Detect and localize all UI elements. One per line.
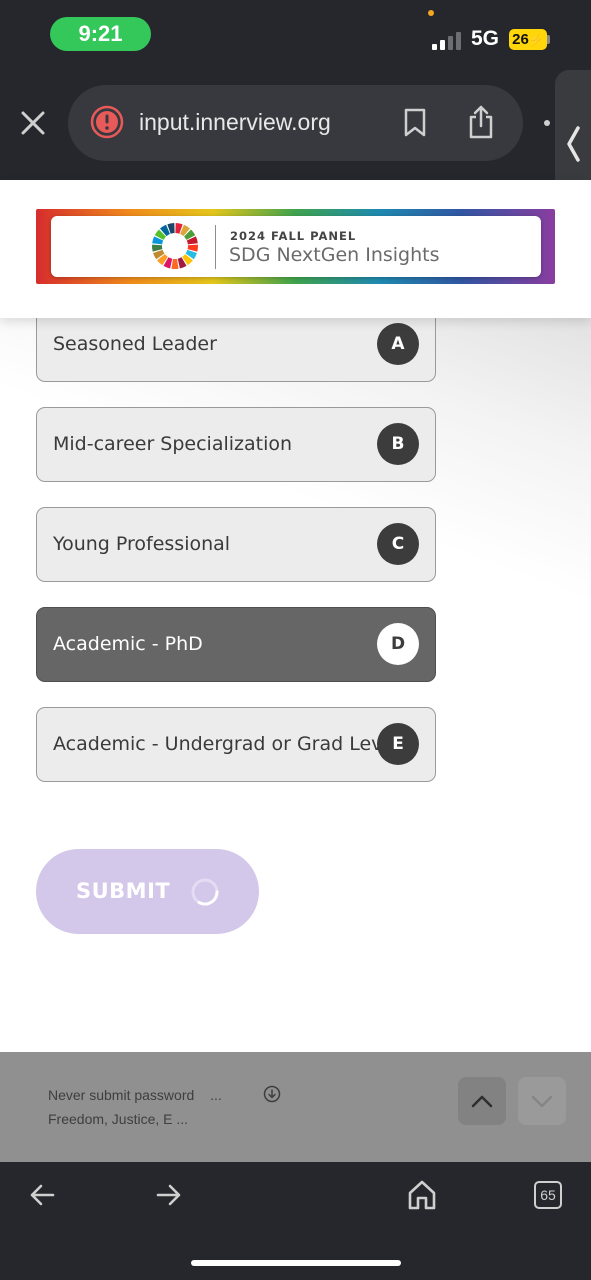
sdg-wheel-segment xyxy=(171,258,179,269)
home-indicator xyxy=(191,1260,401,1266)
home-icon[interactable] xyxy=(407,1179,437,1211)
previous-field-button[interactable] xyxy=(458,1077,506,1125)
charging-bolt-icon: ⚡ xyxy=(528,33,544,47)
option-seasoned-leader[interactable]: Seasoned Leader A xyxy=(36,307,436,382)
option-mid-career-specialization[interactable]: Mid-career Specialization B xyxy=(36,407,436,482)
more-menu-dot[interactable] xyxy=(544,120,550,126)
option-label: Mid-career Specialization xyxy=(53,433,293,455)
option-key-badge: E xyxy=(377,723,419,765)
spinner-icon xyxy=(191,878,219,906)
tabs-icon[interactable]: 65 xyxy=(534,1181,562,1209)
battery-tip xyxy=(547,35,550,44)
chevron-left-icon xyxy=(567,126,580,162)
close-icon[interactable] xyxy=(18,108,48,138)
forward-arrow-icon[interactable] xyxy=(155,1182,183,1208)
option-key-badge: D xyxy=(377,623,419,665)
banner-card: 2024 FALL PANEL SDG NextGen Insights xyxy=(51,216,541,277)
network-type: 5G xyxy=(471,27,500,50)
option-key-badge: B xyxy=(377,423,419,465)
banner-divider xyxy=(215,225,216,269)
download-icon[interactable] xyxy=(263,1085,281,1103)
autofill-suggestion-2[interactable]: Freedom, Justice, E ... xyxy=(48,1111,188,1127)
submit-label: SUBMIT xyxy=(76,879,171,903)
autofill-bar: Never submit password ... Freedom, Justi… xyxy=(0,1052,591,1162)
privacy-indicator-dot xyxy=(428,10,434,16)
option-young-professional[interactable]: Young Professional C xyxy=(36,507,436,582)
option-academic-undergrad-grad[interactable]: Academic - Undergrad or Grad Level E xyxy=(36,707,436,782)
battery-percent: 26 xyxy=(512,31,529,48)
back-arrow-icon[interactable] xyxy=(28,1182,56,1208)
bookmark-icon[interactable] xyxy=(402,108,428,138)
banner-kicker: 2024 FALL PANEL xyxy=(230,229,357,243)
page-header: 2024 FALL PANEL SDG NextGen Insights xyxy=(0,180,591,318)
sdg-wheel-icon xyxy=(152,223,198,269)
warning-icon[interactable] xyxy=(90,105,124,139)
browser-chrome: 9:21 5G 26⚡ input.innerview.org xyxy=(0,0,591,180)
battery-level: 26⚡ xyxy=(509,29,547,50)
option-label: Academic - Undergrad or Grad Level xyxy=(53,733,400,755)
bottom-toolbar: 65 xyxy=(0,1162,591,1280)
chevron-up-icon xyxy=(471,1095,493,1108)
option-label: Seasoned Leader xyxy=(53,333,217,355)
autofill-suggestion-1[interactable]: Never submit password ... xyxy=(48,1087,222,1103)
banner-title: SDG NextGen Insights xyxy=(229,244,440,266)
next-field-button[interactable] xyxy=(518,1077,566,1125)
cellular-signal-icon xyxy=(432,30,464,50)
autofill-text: Never submit password xyxy=(48,1087,195,1103)
event-banner: 2024 FALL PANEL SDG NextGen Insights xyxy=(36,209,555,284)
option-key-badge: A xyxy=(377,323,419,365)
status-time: 9:21 xyxy=(50,17,151,51)
chevron-down-icon xyxy=(531,1095,553,1108)
share-icon[interactable] xyxy=(466,104,496,140)
submit-button[interactable]: SUBMIT xyxy=(36,849,259,934)
option-label: Young Professional xyxy=(53,533,231,555)
option-label: Academic - PhD xyxy=(53,633,203,655)
option-academic-phd[interactable]: Academic - PhD D xyxy=(36,607,436,682)
autofill-ellipsis: ... xyxy=(210,1087,222,1103)
option-key-badge: C xyxy=(377,523,419,565)
url-text[interactable]: input.innerview.org xyxy=(139,109,331,136)
